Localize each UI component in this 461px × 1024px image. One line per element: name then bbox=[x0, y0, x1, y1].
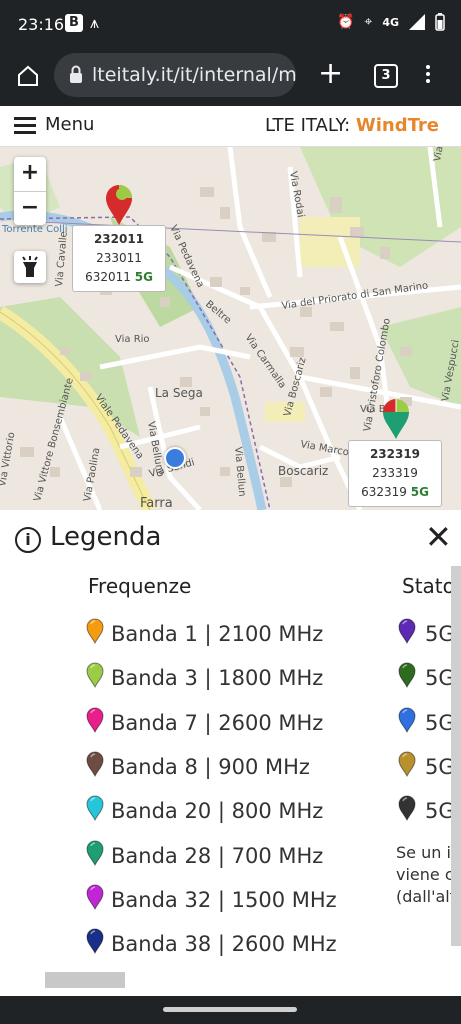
home-icon[interactable] bbox=[16, 64, 40, 88]
gesture-handle[interactable] bbox=[163, 1007, 297, 1012]
flashlight-icon bbox=[22, 256, 38, 277]
pin-icon bbox=[398, 662, 416, 689]
pin-icon bbox=[86, 884, 104, 910]
pin-icon bbox=[398, 795, 416, 822]
site-a-line3: 632011 5G bbox=[79, 268, 159, 287]
zoom-out-button[interactable]: − bbox=[14, 192, 46, 226]
pin-icon bbox=[86, 928, 104, 955]
brand-prefix: LTE ITALY: bbox=[264, 115, 351, 136]
app-notification-icon: B bbox=[65, 14, 83, 32]
note-line: Se un i bbox=[396, 843, 451, 862]
brand-operator: WindTre bbox=[355, 115, 439, 136]
brand-title: LTE ITALY: WindTre bbox=[265, 115, 439, 136]
site-a-line2: 233011 bbox=[96, 251, 142, 265]
site-b-id: 232319 bbox=[369, 447, 421, 461]
pin-icon bbox=[398, 618, 416, 644]
place-label: Via Rodai bbox=[287, 171, 306, 219]
vertical-scrollbar[interactable] bbox=[451, 566, 461, 946]
place-label: La Sega bbox=[155, 386, 203, 400]
clock: 23:16 bbox=[18, 15, 65, 34]
pin-icon bbox=[86, 751, 104, 777]
band-label: Banda 20 | 800 MHz bbox=[111, 799, 324, 824]
place-label: Via Cavalle bbox=[54, 231, 70, 287]
site-a-num: 632011 bbox=[85, 270, 131, 284]
place-label: Boscariz bbox=[278, 464, 328, 478]
browser-menu-button[interactable] bbox=[420, 62, 436, 88]
network-type: 4G bbox=[382, 15, 399, 29]
app-header: Menu LTE ITALY: WindTre bbox=[0, 106, 461, 147]
note-line: viene c bbox=[396, 865, 454, 884]
url-bar[interactable]: lteitaly.it/it/internal/map bbox=[54, 53, 296, 97]
band-label: Banda 32 | 1500 MHz bbox=[111, 887, 337, 912]
site-label-b[interactable]: 232319 233319 632319 5G bbox=[348, 440, 442, 507]
site-label-a[interactable]: 232011 233011 632011 5G bbox=[72, 225, 166, 292]
rss-icon: ⩚ bbox=[90, 13, 100, 32]
band-label: Banda 28 | 700 MHz bbox=[111, 843, 324, 868]
pin-icon bbox=[86, 618, 104, 644]
frequency-column-header: Frequenze bbox=[88, 574, 192, 598]
browser-toolbar: lteitaly.it/it/internal/map + 3 bbox=[0, 50, 461, 106]
band-label: Banda 1 | 2100 MHz bbox=[111, 622, 324, 646]
pin-icon bbox=[398, 707, 416, 733]
horizontal-scrollbar[interactable] bbox=[45, 972, 125, 988]
site-b-line2: 233319 bbox=[372, 466, 418, 480]
android-nav-bar bbox=[0, 996, 461, 1024]
site-a-id: 232011 bbox=[93, 232, 145, 246]
zoom-in-button[interactable]: + bbox=[14, 157, 46, 191]
note-line: (dall'alt bbox=[396, 887, 457, 906]
flashlight-button[interactable] bbox=[14, 251, 46, 283]
new-tab-button[interactable]: + bbox=[318, 56, 343, 91]
battery-icon bbox=[435, 13, 445, 31]
site-b-tag: 5G bbox=[410, 485, 429, 499]
lock-icon bbox=[70, 65, 82, 83]
state-note: Se un i viene c (dall'alt bbox=[396, 842, 456, 908]
menu-button[interactable]: Menu bbox=[45, 114, 94, 135]
pin-icon bbox=[86, 662, 104, 689]
place-label: Farra bbox=[140, 496, 173, 510]
state-column-header: Stato bbox=[402, 574, 455, 598]
site-marker-232011[interactable] bbox=[103, 183, 135, 227]
pin-icon bbox=[398, 751, 416, 777]
band-label: Banda 3 | 1800 MHz bbox=[111, 666, 324, 691]
status-icons: ⏰ ⌖ 4G bbox=[337, 13, 445, 31]
band-label: Banda 7 | 2600 MHz bbox=[111, 710, 324, 735]
zoom-control: + − bbox=[14, 157, 46, 225]
place-label: Via Vittorio bbox=[0, 431, 18, 487]
place-label: Via Rio bbox=[115, 334, 150, 345]
site-b-num: 632319 bbox=[361, 485, 407, 499]
url-text: lteitaly.it/it/internal/map bbox=[92, 64, 296, 86]
band-label: Banda 38 | 2600 MHz bbox=[111, 932, 337, 957]
status-bar: 23:16 B ⩚ ⏰ ⌖ 4G bbox=[0, 0, 461, 50]
alarm-icon: ⏰ bbox=[336, 14, 355, 30]
legend-panel: i Legenda ✕ Frequenze Stato Banda 1 | 21… bbox=[0, 510, 461, 996]
tab-switcher-button[interactable]: 3 bbox=[374, 64, 398, 88]
signal-icon bbox=[409, 14, 425, 30]
location-icon: ⌖ bbox=[364, 14, 373, 30]
close-button[interactable]: ✕ bbox=[425, 518, 452, 556]
pin-icon bbox=[86, 839, 104, 866]
pin-icon bbox=[86, 795, 104, 822]
site-a-tag: 5G bbox=[134, 270, 153, 284]
hamburger-icon[interactable] bbox=[14, 117, 36, 135]
legend-title: Legenda bbox=[50, 522, 162, 552]
map[interactable]: Torrente Colli Via Pedavena Via Rio Vial… bbox=[0, 147, 461, 510]
band-label: Banda 8 | 900 MHz bbox=[111, 754, 310, 779]
pin-icon bbox=[86, 707, 104, 733]
info-icon: i bbox=[15, 527, 41, 553]
my-location-dot bbox=[164, 447, 186, 469]
site-b-line3: 632319 5G bbox=[355, 483, 435, 502]
site-marker-232319[interactable] bbox=[380, 397, 412, 441]
